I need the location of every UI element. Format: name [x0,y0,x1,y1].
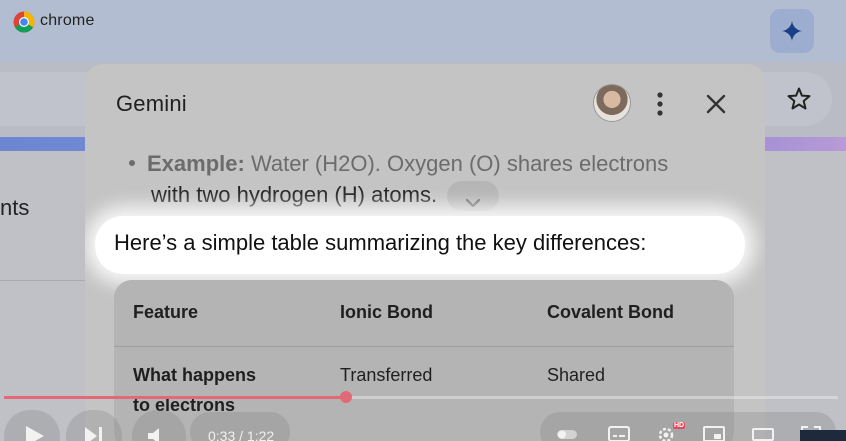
table-cell-ionic: Transferred [340,365,433,385]
user-avatar[interactable] [593,84,631,122]
hd-badge: HD [673,422,686,429]
theater-mode-icon[interactable] [752,425,774,441]
sparkle-icon [782,21,802,41]
table-cell-covalent: Shared [547,365,606,385]
bullet-label: Example: [147,151,245,176]
bookmark-star-icon[interactable] [786,86,812,112]
bullet-continuation: with two hydrogen (H) atoms. [151,182,438,207]
miniplayer-icon[interactable] [703,425,725,441]
bullet-text: Water (H2O). Oxygen (O) shares electrons [244,151,669,176]
browser-brand: chrome [40,12,95,29]
table-header-covalent: Covalent Bond [547,302,675,322]
video-scrubber-handle[interactable] [339,391,352,403]
chrome-logo-icon [13,11,35,33]
bullet-dot [129,160,135,167]
bullet-continuation-line: with two hydrogen (H) atoms. [151,177,500,213]
page-partial-heading: nts [0,195,30,220]
table-header-feature: Feature [133,302,199,322]
video-frame-edge [800,430,846,441]
video-progress-fill [4,396,346,399]
more-vert-icon[interactable] [651,90,669,118]
skip-next-icon [85,427,102,441]
highlight-text: Here’s a simple table summarizing the ke… [114,230,647,255]
time-text: 0:33 / 1:22 [208,428,275,441]
close-icon[interactable] [705,93,727,115]
panel-title: Gemini [116,91,187,116]
play-icon [26,426,44,441]
expand-button[interactable] [447,181,500,212]
page-divider [0,280,90,281]
highlighted-sentence: Here’s a simple table summarizing the ke… [95,216,745,274]
gemini-panel: Gemini Example: Water (H2O). Oxygen (O) … [85,64,765,441]
gemini-toolbar-button[interactable] [770,9,814,53]
autoplay-toggle-icon[interactable] [556,425,578,441]
right-controls-bar [540,412,836,441]
table-header-ionic: Ionic Bond [340,302,433,322]
cell-line-1: What happens [133,365,257,385]
chevron-down-icon [466,199,481,208]
volume-icon [148,428,159,441]
browser-titlebar: chrome [0,0,846,62]
subtitles-icon[interactable] [608,425,630,441]
table-header-divider [114,346,734,347]
